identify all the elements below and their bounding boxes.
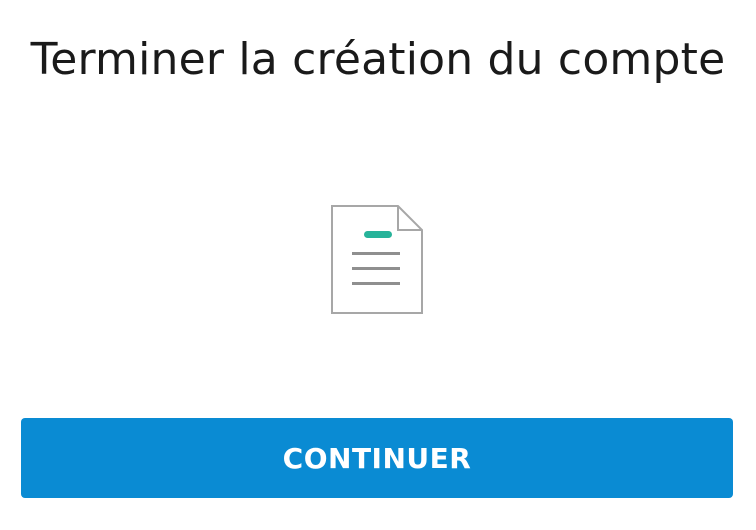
document-icon: [326, 200, 430, 320]
page-title: Terminer la création du compte: [30, 34, 726, 85]
account-completion-screen: Terminer la création du compte CONTINUER: [0, 0, 756, 530]
continue-button[interactable]: CONTINUER: [21, 418, 733, 498]
